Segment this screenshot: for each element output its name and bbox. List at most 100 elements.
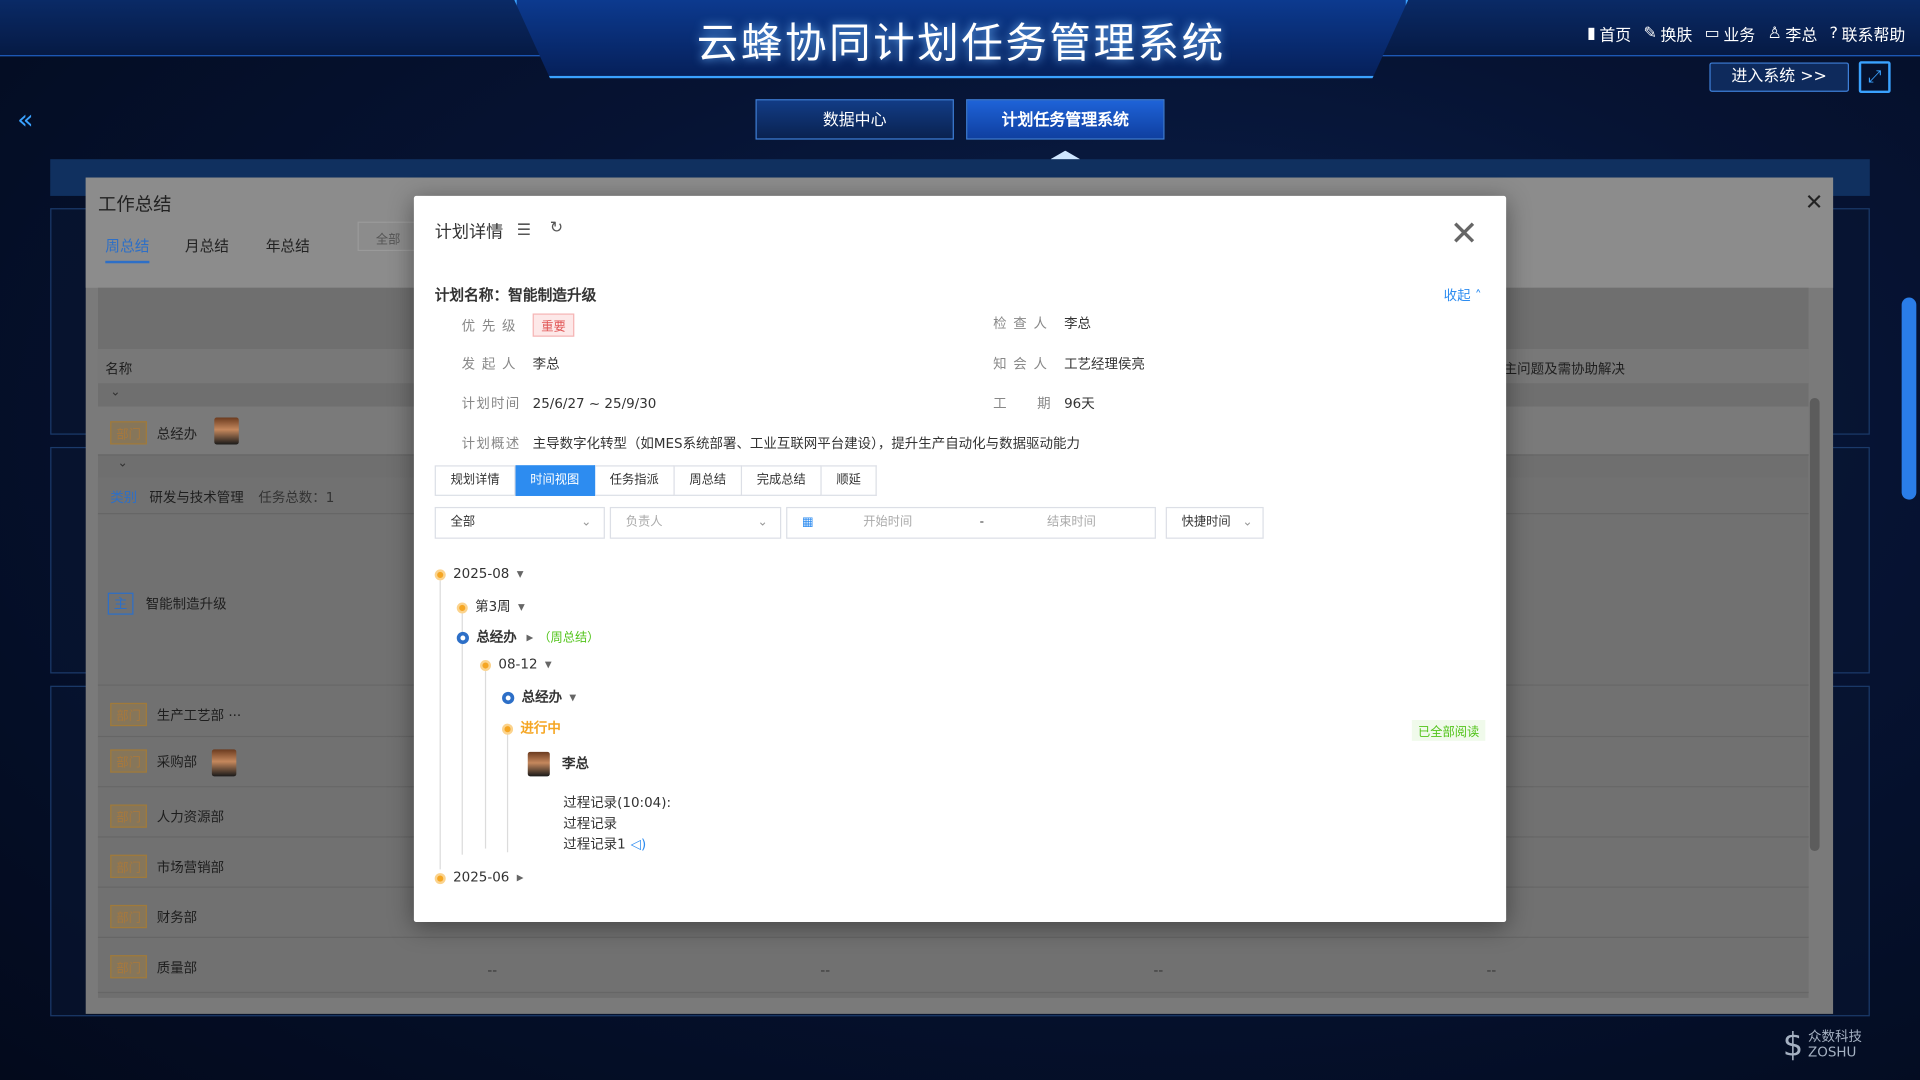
nav-user[interactable]: ♙ 李总 (1767, 22, 1817, 45)
user-icon: ♙ (1767, 24, 1782, 43)
tab-weekly-summary[interactable]: 周总结 (674, 465, 743, 496)
table-scrollbar[interactable] (1809, 397, 1820, 852)
caret-down-icon: ▾ (516, 565, 524, 582)
field-value: 李总 (532, 356, 560, 373)
record-author: 李总 (527, 751, 589, 777)
timeline: 2025-08 ▾ 第3周 ▾ 总经办 ▸ （周总结） 08-12 ▾ 总经办 ▾ 进行中 … (434, 558, 1488, 901)
enter-system-button[interactable]: 进入系统 >> (1709, 62, 1849, 92)
row-name: 研发与技术管理 (149, 489, 244, 506)
field-label: 发 起 人 (461, 356, 517, 373)
chevron-down-icon[interactable]: ⌄ (118, 457, 128, 470)
scope-select[interactable]: 全部 ⌄ (434, 506, 605, 539)
tab-completion-summary[interactable]: 完成总结 (742, 465, 822, 496)
detail-tabs: 规划详情 时间视图 任务指派 周总结 完成总结 顺延 (434, 465, 877, 496)
modal-title: 计划详情 (434, 222, 504, 243)
refresh-icon[interactable]: ↻ (550, 219, 563, 237)
chevron-up-icon: ˄ (1470, 287, 1482, 304)
row-name: 总经办 (156, 426, 198, 443)
field-label: 检 查 人 (993, 315, 1049, 332)
tab-data-center[interactable]: 数据中心 (755, 99, 954, 140)
page-scrollbar[interactable] (1901, 297, 1917, 500)
timeline-date[interactable]: 08-12 ▾ (480, 656, 552, 672)
timeline-dept[interactable]: 总经办 ▸ （周总结） (456, 627, 600, 647)
field-value: 96天 (1064, 395, 1095, 412)
nav-business[interactable]: ▭ 业务 (1705, 22, 1756, 45)
row-name: 人力资源部 (156, 809, 225, 826)
month-label: 2025-08 (453, 565, 510, 582)
avatar (214, 417, 239, 445)
priority-field: 优 先 级重要 (462, 313, 575, 337)
dept-label: 总经办 (476, 629, 517, 646)
table-row[interactable]: 部门 质量部 -- -- -- -- (97, 937, 1809, 994)
timeline-week[interactable]: 第3周 ▾ (456, 596, 525, 616)
chevron-down-icon: ⌄ (1242, 515, 1253, 529)
field-label: 工 期 (993, 395, 1052, 412)
avatar (211, 749, 237, 777)
plan-name-value: 智能制造升级 (508, 286, 597, 304)
timeline-dot (434, 568, 446, 580)
record-text: 过程记录1 (563, 836, 626, 853)
tab-task-assign[interactable]: 任务指派 (595, 465, 675, 496)
avatar (527, 751, 550, 777)
priority-badge: 重要 (532, 313, 575, 337)
logo-line1: 众数科技 (1808, 1028, 1862, 1045)
field-value: 25/6/27 ~ 25/9/30 (532, 395, 657, 412)
dept-tag: 部门 (110, 854, 147, 878)
plan-name: 计划名称：智能制造升级 (435, 284, 597, 305)
start-date-input[interactable]: 开始时间 (863, 508, 912, 537)
tab-yearly[interactable]: 年总结 (266, 235, 310, 256)
tab-monthly[interactable]: 月总结 (185, 235, 229, 256)
cell-empty: -- (820, 962, 831, 979)
modal-close-icon[interactable]: ✕ (1450, 216, 1479, 251)
owner-select[interactable]: 负责人 ⌄ (609, 506, 782, 539)
fullscreen-icon[interactable]: ⤢ (1858, 61, 1891, 94)
tab-plan-system[interactable]: 计划任务管理系统 (966, 99, 1165, 140)
date-label: 08-12 (498, 656, 538, 673)
read-status-badge: 已全部阅读 (1411, 720, 1486, 741)
nav-skin[interactable]: ✎ 换肤 (1643, 22, 1692, 45)
chart-icon: ▮ (1586, 24, 1596, 43)
timeline-line (484, 671, 487, 849)
close-icon[interactable]: ✕ (1805, 190, 1823, 216)
logo-icon: $ (1782, 1027, 1804, 1065)
cell-empty: -- (1486, 962, 1497, 979)
timeline-dot (434, 872, 446, 884)
quick-time-select[interactable]: 快捷时间 ⌄ (1165, 506, 1264, 539)
dept-tag: 部门 (110, 421, 147, 445)
row-name: 智能制造升级 (145, 596, 227, 613)
weekly-summary-tag: （周总结） (538, 631, 600, 646)
brush-icon: ✎ (1643, 24, 1657, 43)
collapse-link[interactable]: 收起 ˄ (1444, 285, 1482, 305)
nav-help[interactable]: ? 联系帮助 (1829, 22, 1905, 45)
screen: 云蜂协同计划任务管理系统 ▮ 首页 ✎ 换肤 ▭ 业务 ♙ 李总 ? 联系帮助 进入系统 … (0, 0, 1920, 1080)
timeline-line (506, 729, 509, 853)
category-tag: 类别 (110, 489, 138, 506)
speaker-icon[interactable]: ◁) (631, 836, 647, 852)
chevron-down-icon: ⌄ (757, 515, 768, 529)
cell-empty: -- (1153, 962, 1164, 979)
timeline-month[interactable]: 2025-06 ▸ (434, 869, 523, 885)
tab-postpone[interactable]: 顺延 (821, 465, 877, 496)
work-summary-title: 工作总结 (97, 193, 172, 216)
timeline-dot (502, 723, 514, 735)
caret-down-icon: ▾ (569, 689, 577, 706)
nav-home[interactable]: ▮ 首页 (1587, 22, 1631, 45)
collapse-left-icon[interactable]: « (17, 105, 33, 136)
end-date-input[interactable]: 结束时间 (1047, 508, 1096, 537)
history-icon[interactable]: ☰ (517, 222, 531, 240)
row-name: 财务部 (156, 909, 198, 926)
col-issues: 主问题及需协助解决 (1503, 361, 1625, 378)
tab-plan-detail[interactable]: 规划详情 (434, 465, 516, 496)
timeline-month[interactable]: 2025-08 ▾ (434, 565, 524, 582)
tab-weekly[interactable]: 周总结 (105, 235, 150, 264)
chevron-down-icon[interactable]: ⌄ (110, 386, 120, 399)
dept-tag: 部门 (110, 702, 147, 727)
dept-tag: 部门 (110, 955, 147, 979)
tab-timeline-view[interactable]: 时间视图 (515, 465, 596, 496)
app-title: 云蜂协同计划任务管理系统 (696, 19, 1226, 69)
initiator-field: 发 起 人李总 (462, 354, 560, 374)
task-count: 任务总数：1 (258, 489, 335, 506)
date-range-picker[interactable]: ▦ 开始时间 - 结束时间 (786, 506, 1156, 539)
timeline-dept[interactable]: 总经办 ▾ (502, 687, 576, 707)
monitor-icon: ▭ (1704, 24, 1720, 43)
